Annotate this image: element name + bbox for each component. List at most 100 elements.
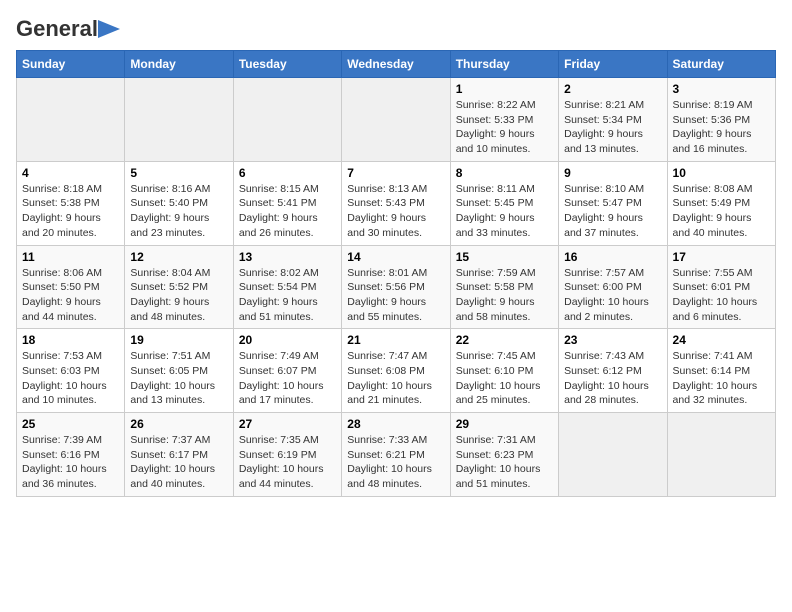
day-number: 21: [347, 333, 444, 347]
day-info: Sunrise: 8:02 AMSunset: 5:54 PMDaylight:…: [239, 266, 336, 325]
week-row-4: 18 Sunrise: 7:53 AMSunset: 6:03 PMDayligh…: [17, 329, 776, 413]
logo-arrow-icon: [98, 20, 120, 38]
day-info: Sunrise: 7:59 AMSunset: 5:58 PMDaylight:…: [456, 266, 553, 325]
day-number: 25: [22, 417, 119, 431]
calendar-cell: 17 Sunrise: 7:55 AMSunset: 6:01 PMDayligh…: [667, 245, 775, 329]
col-header-monday: Monday: [125, 51, 233, 78]
calendar-cell: 24 Sunrise: 7:41 AMSunset: 6:14 PMDayligh…: [667, 329, 775, 413]
calendar-cell: 4Sunrise: 8:18 AMSunset: 5:38 PMDaylight…: [17, 161, 125, 245]
calendar-cell: 29 Sunrise: 7:31 AMSunset: 6:23 PMDayligh…: [450, 413, 558, 497]
calendar-cell: 3 Sunrise: 8:19 AMSunset: 5:36 PMDaylight…: [667, 78, 775, 162]
day-info: Sunrise: 7:53 AMSunset: 6:03 PMDaylight:…: [22, 349, 119, 408]
calendar-cell: 2Sunrise: 8:21 AMSunset: 5:34 PMDaylight…: [559, 78, 667, 162]
day-number: 20: [239, 333, 336, 347]
day-info: Sunrise: 7:35 AMSunset: 6:19 PMDaylight:…: [239, 433, 336, 492]
calendar-cell: 13 Sunrise: 8:02 AMSunset: 5:54 PMDayligh…: [233, 245, 341, 329]
day-number: 5: [130, 166, 227, 180]
calendar-cell: [667, 413, 775, 497]
calendar-cell: [125, 78, 233, 162]
day-info: Sunrise: 7:55 AMSunset: 6:01 PMDaylight:…: [673, 266, 770, 325]
day-info: Sunrise: 8:18 AMSunset: 5:38 PMDaylight:…: [22, 182, 119, 241]
calendar-cell: 22Sunrise: 7:45 AMSunset: 6:10 PMDayligh…: [450, 329, 558, 413]
day-number: 28: [347, 417, 444, 431]
day-number: 29: [456, 417, 553, 431]
day-info: Sunrise: 8:16 AMSunset: 5:40 PMDaylight:…: [130, 182, 227, 241]
day-info: Sunrise: 7:31 AMSunset: 6:23 PMDaylight:…: [456, 433, 553, 492]
day-number: 3: [673, 82, 770, 96]
day-number: 12: [130, 250, 227, 264]
calendar-cell: 26Sunrise: 7:37 AMSunset: 6:17 PMDayligh…: [125, 413, 233, 497]
day-number: 7: [347, 166, 444, 180]
day-number: 27: [239, 417, 336, 431]
day-number: 18: [22, 333, 119, 347]
day-number: 16: [564, 250, 661, 264]
calendar-cell: 10 Sunrise: 8:08 AMSunset: 5:49 PMDayligh…: [667, 161, 775, 245]
calendar-cell: 25Sunrise: 7:39 AMSunset: 6:16 PMDayligh…: [17, 413, 125, 497]
calendar-cell: [342, 78, 450, 162]
day-number: 17: [673, 250, 770, 264]
calendar-cell: 1 Sunrise: 8:22 AMSunset: 5:33 PMDaylight…: [450, 78, 558, 162]
day-number: 24: [673, 333, 770, 347]
col-header-tuesday: Tuesday: [233, 51, 341, 78]
calendar-cell: 11 Sunrise: 8:06 AMSunset: 5:50 PMDayligh…: [17, 245, 125, 329]
day-number: 1: [456, 82, 553, 96]
week-row-2: 4Sunrise: 8:18 AMSunset: 5:38 PMDaylight…: [17, 161, 776, 245]
calendar-cell: 28 Sunrise: 7:33 AMSunset: 6:21 PMDayligh…: [342, 413, 450, 497]
day-info: Sunrise: 8:11 AMSunset: 5:45 PMDaylight:…: [456, 182, 553, 241]
day-info: Sunrise: 8:01 AMSunset: 5:56 PMDaylight:…: [347, 266, 444, 325]
col-header-saturday: Saturday: [667, 51, 775, 78]
day-info: Sunrise: 7:49 AMSunset: 6:07 PMDaylight:…: [239, 349, 336, 408]
calendar-cell: 12 Sunrise: 8:04 AMSunset: 5:52 PMDayligh…: [125, 245, 233, 329]
day-number: 13: [239, 250, 336, 264]
page-header: General: [16, 16, 776, 38]
day-info: Sunrise: 8:10 AMSunset: 5:47 PMDaylight:…: [564, 182, 661, 241]
calendar-cell: 20 Sunrise: 7:49 AMSunset: 6:07 PMDayligh…: [233, 329, 341, 413]
calendar-cell: 7 Sunrise: 8:13 AMSunset: 5:43 PMDaylight…: [342, 161, 450, 245]
day-number: 22: [456, 333, 553, 347]
day-info: Sunrise: 8:15 AMSunset: 5:41 PMDaylight:…: [239, 182, 336, 241]
calendar-cell: [233, 78, 341, 162]
calendar-cell: 15 Sunrise: 7:59 AMSunset: 5:58 PMDayligh…: [450, 245, 558, 329]
day-info: Sunrise: 8:06 AMSunset: 5:50 PMDaylight:…: [22, 266, 119, 325]
day-info: Sunrise: 7:41 AMSunset: 6:14 PMDaylight:…: [673, 349, 770, 408]
day-number: 8: [456, 166, 553, 180]
day-number: 15: [456, 250, 553, 264]
calendar-cell: 6 Sunrise: 8:15 AMSunset: 5:41 PMDaylight…: [233, 161, 341, 245]
day-info: Sunrise: 7:33 AMSunset: 6:21 PMDaylight:…: [347, 433, 444, 492]
calendar-cell: 21 Sunrise: 7:47 AMSunset: 6:08 PMDayligh…: [342, 329, 450, 413]
day-number: 6: [239, 166, 336, 180]
calendar-table: SundayMondayTuesdayWednesdayThursdayFrid…: [16, 50, 776, 497]
calendar-cell: 23 Sunrise: 7:43 AMSunset: 6:12 PMDayligh…: [559, 329, 667, 413]
day-number: 9: [564, 166, 661, 180]
day-number: 11: [22, 250, 119, 264]
day-info: Sunrise: 8:04 AMSunset: 5:52 PMDaylight:…: [130, 266, 227, 325]
day-info: Sunrise: 7:43 AMSunset: 6:12 PMDaylight:…: [564, 349, 661, 408]
calendar-cell: 27 Sunrise: 7:35 AMSunset: 6:19 PMDayligh…: [233, 413, 341, 497]
day-info: Sunrise: 8:13 AMSunset: 5:43 PMDaylight:…: [347, 182, 444, 241]
calendar-cell: 14 Sunrise: 8:01 AMSunset: 5:56 PMDayligh…: [342, 245, 450, 329]
calendar-cell: 5 Sunrise: 8:16 AMSunset: 5:40 PMDaylight…: [125, 161, 233, 245]
week-row-5: 25Sunrise: 7:39 AMSunset: 6:16 PMDayligh…: [17, 413, 776, 497]
logo-general: General: [16, 16, 98, 42]
day-info: Sunrise: 8:22 AMSunset: 5:33 PMDaylight:…: [456, 98, 553, 157]
col-header-thursday: Thursday: [450, 51, 558, 78]
day-info: Sunrise: 8:19 AMSunset: 5:36 PMDaylight:…: [673, 98, 770, 157]
calendar-cell: 9 Sunrise: 8:10 AMSunset: 5:47 PMDaylight…: [559, 161, 667, 245]
day-number: 10: [673, 166, 770, 180]
calendar-cell: 16 Sunrise: 7:57 AMSunset: 6:00 PMDayligh…: [559, 245, 667, 329]
week-row-1: 1 Sunrise: 8:22 AMSunset: 5:33 PMDaylight…: [17, 78, 776, 162]
calendar-header: SundayMondayTuesdayWednesdayThursdayFrid…: [17, 51, 776, 78]
day-info: Sunrise: 7:57 AMSunset: 6:00 PMDaylight:…: [564, 266, 661, 325]
day-info: Sunrise: 7:37 AMSunset: 6:17 PMDaylight:…: [130, 433, 227, 492]
col-header-friday: Friday: [559, 51, 667, 78]
calendar-cell: 19Sunrise: 7:51 AMSunset: 6:05 PMDayligh…: [125, 329, 233, 413]
day-info: Sunrise: 8:21 AMSunset: 5:34 PMDaylight:…: [564, 98, 661, 157]
day-info: Sunrise: 8:08 AMSunset: 5:49 PMDaylight:…: [673, 182, 770, 241]
day-number: 14: [347, 250, 444, 264]
logo: General: [16, 16, 120, 38]
day-number: 23: [564, 333, 661, 347]
day-info: Sunrise: 7:47 AMSunset: 6:08 PMDaylight:…: [347, 349, 444, 408]
calendar-cell: 8 Sunrise: 8:11 AMSunset: 5:45 PMDaylight…: [450, 161, 558, 245]
calendar-cell: 18 Sunrise: 7:53 AMSunset: 6:03 PMDayligh…: [17, 329, 125, 413]
day-info: Sunrise: 7:51 AMSunset: 6:05 PMDaylight:…: [130, 349, 227, 408]
